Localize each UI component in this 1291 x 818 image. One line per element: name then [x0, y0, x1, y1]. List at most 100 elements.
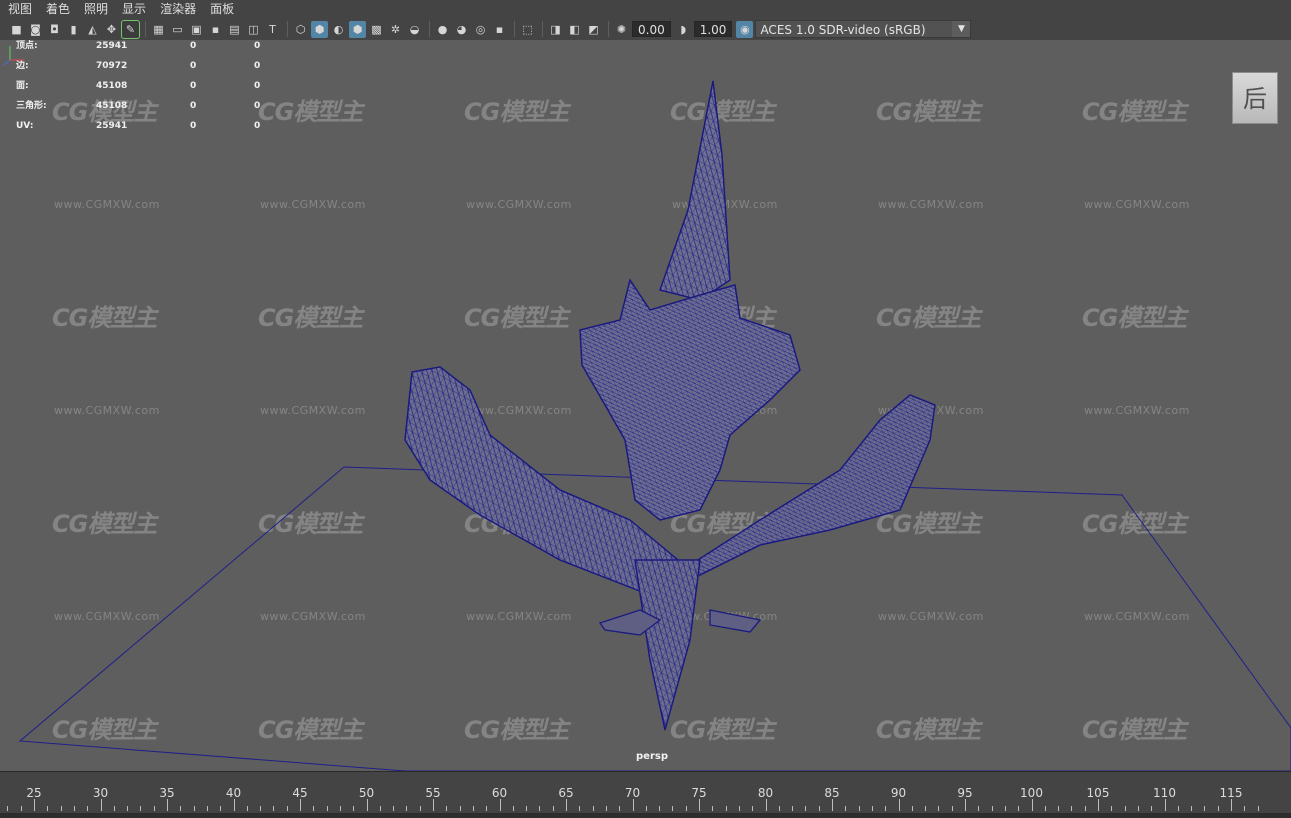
menu-shading[interactable]: 着色	[38, 0, 76, 18]
time-slider-track[interactable]: 25 30 35 40 45 50 55 60 65 70 75 80 85 90 95 100 105 110 1…	[0, 778, 1291, 811]
frame-tick-mark	[951, 806, 953, 811]
frame-tick-mark	[353, 806, 355, 811]
frame-tick-mark	[273, 806, 275, 811]
frame-tick-mark	[752, 806, 754, 811]
frame-tick-mark	[832, 799, 833, 811]
frame-tick-mark	[180, 806, 182, 811]
frame-tick-mark	[619, 806, 621, 811]
2d-pan-zoom-icon[interactable]: ✥	[103, 21, 120, 38]
hud-count: 45108	[96, 101, 128, 111]
wireframe-icon[interactable]: ⬡	[292, 21, 309, 38]
camera-name-label: persp	[636, 751, 668, 762]
frame-tick-mark	[193, 806, 195, 811]
image-plane-icon[interactable]: ◭	[84, 21, 101, 38]
hud-count: 45108	[96, 81, 128, 91]
frame-tick-mark	[1257, 806, 1259, 811]
frame-tick-mark	[1244, 806, 1246, 811]
gamma-icon[interactable]: ◗	[675, 21, 692, 38]
toolbar-divider	[287, 21, 288, 37]
view-cube[interactable]: 后	[1232, 72, 1280, 126]
menu-lighting[interactable]: 照明	[76, 0, 114, 18]
exposure-field[interactable]: 0.00	[632, 21, 671, 37]
frame-tick-label: 110	[1153, 786, 1176, 800]
menu-panels[interactable]: 面板	[202, 0, 240, 18]
view-cube-face[interactable]: 后	[1232, 72, 1278, 124]
gate-mask-icon[interactable]: ▪	[207, 21, 224, 38]
frame-tick-mark	[1084, 806, 1086, 811]
wireframe-on-shaded-icon[interactable]: ⬢	[349, 20, 366, 38]
hud-selected: 0	[190, 81, 197, 91]
camera-attrs-icon[interactable]: ◙	[27, 21, 44, 38]
frame-tick-mark	[1058, 806, 1060, 811]
frame-tick-mark	[313, 806, 315, 811]
frame-tick-mark	[552, 806, 554, 811]
textured-icon[interactable]: ▩	[368, 21, 385, 38]
frame-tick-mark	[632, 799, 634, 811]
frame-tick-mark	[7, 806, 9, 811]
frame-tick-mark	[459, 806, 461, 811]
color-space-value: ACES 1.0 SDR-video (sRGB)	[760, 23, 926, 37]
resolution-gate-icon[interactable]: ▣	[188, 21, 205, 38]
frame-tick-mark	[419, 806, 421, 811]
hud-selected: 0	[190, 41, 197, 51]
frame-tick-mark	[1191, 806, 1193, 811]
frame-tick-mark	[526, 806, 528, 811]
frame-tick-mark	[379, 806, 381, 811]
safe-action-icon[interactable]: ◫	[245, 21, 262, 38]
field-chart-icon[interactable]: ▤	[226, 21, 243, 38]
hud-count: 25941	[96, 121, 128, 131]
bookmark-icon[interactable]: ◘	[46, 21, 63, 38]
gamma-field[interactable]: 1.00	[693, 21, 733, 37]
motion-blur-icon[interactable]: ◕	[453, 21, 470, 38]
frame-tick-mark	[167, 799, 168, 811]
hud-row: UV: 25941 0 0	[16, 120, 276, 140]
safe-title-icon[interactable]: T	[264, 21, 281, 38]
menu-renderer[interactable]: 渲染器	[152, 0, 202, 18]
film-gate-icon[interactable]: ▭	[169, 21, 186, 38]
hud-triangles: 0	[254, 121, 261, 131]
screen-space-ao-icon[interactable]: ●	[434, 21, 451, 38]
camera-select-icon[interactable]: ■	[8, 21, 25, 38]
frame-tick-mark	[1018, 806, 1020, 811]
frame-tick-mark	[1231, 799, 1232, 811]
xray-icon[interactable]: ◨	[547, 21, 564, 38]
frame-tick-mark	[738, 806, 740, 811]
toolbar-divider	[145, 21, 146, 37]
bookmark-add-icon[interactable]: ▮	[65, 21, 82, 38]
frame-tick-mark	[659, 806, 661, 811]
depth-of-field-icon[interactable]: ▪	[491, 21, 508, 38]
time-slider[interactable]: 25 30 35 40 45 50 55 60 65 70 75 80 85 90 95 100 105 110 1…	[0, 771, 1291, 818]
color-space-dropdown[interactable]: ACES 1.0 SDR-video (sRGB) ▼	[755, 20, 972, 38]
frame-tick-label: 50	[358, 786, 375, 800]
default-material-icon[interactable]: ◐	[330, 21, 347, 38]
exposure-icon[interactable]: ✺	[613, 21, 630, 38]
grease-pencil-icon[interactable]: ✎	[121, 19, 140, 39]
mesh-head-fill	[579, 278, 801, 521]
menu-view[interactable]: 视图	[0, 0, 38, 18]
hud-triangles: 0	[254, 101, 261, 111]
frame-tick-mark	[446, 806, 448, 811]
anti-aliasing-icon[interactable]: ◎	[472, 21, 489, 38]
xray-joints-icon[interactable]: ◧	[566, 21, 583, 38]
frame-tick-mark	[47, 806, 49, 811]
hud-label: UV:	[16, 121, 34, 131]
use-lights-icon[interactable]: ✲	[387, 21, 404, 38]
smooth-shade-icon[interactable]: ⬢	[311, 20, 328, 38]
hud-selected: 0	[190, 61, 197, 71]
frame-tick-mark	[20, 806, 22, 811]
frame-tick-mark	[845, 806, 847, 811]
frame-tick-label: 115	[1219, 786, 1243, 800]
frame-tick-mark	[1164, 799, 1166, 811]
grid-icon[interactable]: ▦	[150, 21, 167, 38]
isolate-select-icon[interactable]: ⬚	[519, 21, 536, 38]
frame-tick-mark	[991, 806, 993, 811]
color-management-icon[interactable]: ◉	[736, 20, 754, 38]
shadows-icon[interactable]: ◒	[406, 21, 423, 38]
frame-tick-mark	[566, 799, 567, 811]
xray-components-icon[interactable]: ◩	[585, 21, 602, 38]
hud-triangles: 0	[254, 61, 261, 71]
frame-tick-mark	[73, 806, 75, 811]
menu-show[interactable]: 显示	[114, 0, 152, 18]
3d-viewport[interactable]: CG模型主 www.CGMXW.com CG模型主 www.CGMXW.com CG模型…	[0, 40, 1291, 771]
frame-tick-mark	[858, 806, 860, 811]
